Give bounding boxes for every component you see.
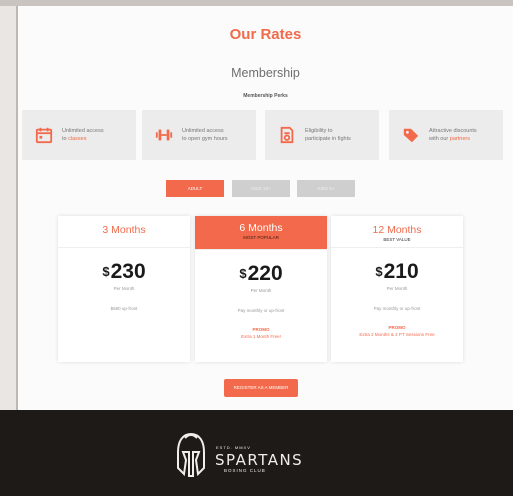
plan-name: 3 Months: [58, 216, 190, 248]
page-title: Our Rates: [229, 26, 302, 43]
perk-text: Unlimited access to open gym hours: [182, 128, 228, 142]
plan-name: 6 Months MOST POPULAR: [195, 216, 327, 250]
perk-open-gym: Unlimited access to open gym hours: [142, 110, 256, 160]
price-period: Per Month: [250, 288, 272, 293]
tag-icon: [401, 125, 421, 145]
perk-text: Attractive discounts with our partners: [429, 128, 477, 142]
perk-text: Unlimited access to classes: [62, 128, 104, 142]
calendar-icon: [34, 125, 54, 145]
plan-card-3-months[interactable]: 3 Months $230 Per Month $690 up-front: [58, 216, 190, 362]
most-popular-badge: MOST POPULAR: [243, 235, 279, 240]
membership-heading: Membership: [231, 66, 300, 80]
perk-classes: Unlimited access to classes: [22, 110, 136, 160]
rates-section: Our Rates Membership Membership Perks Un…: [18, 6, 513, 410]
dumbbell-icon: [154, 125, 174, 145]
perk-text: Eligibility to participate in fights: [305, 128, 351, 142]
price-period: Per Month: [386, 286, 408, 291]
plan-price: $210: [375, 260, 419, 283]
perk-fights: Eligibility to participate in fights: [265, 110, 379, 160]
tab-kids-5[interactable]: KIDS 5+: [297, 180, 355, 197]
promo-label: PROMO: [388, 325, 406, 330]
plan-price: $220: [239, 262, 283, 285]
plan-card-12-months[interactable]: 12 Months BEST VALUE $210 Per Month Pay m…: [331, 216, 463, 362]
perk-discounts: Attractive discounts with our partners: [389, 110, 503, 160]
certificate-icon: [277, 125, 297, 145]
payment-terms: Pay monthly or up-front: [237, 308, 285, 313]
spartan-helmet-icon: [177, 432, 205, 477]
best-value-badge: BEST VALUE: [383, 237, 411, 242]
payment-terms: $690 up-front: [110, 306, 138, 311]
logo-brand-name: SPARTANS: [215, 451, 304, 469]
logo-subtitle: BOXING CLUB: [224, 468, 266, 473]
promo-label: PROMO: [252, 327, 270, 332]
price-period: Per Month: [113, 286, 135, 291]
promo-detail: Extra 1 Month Free!: [241, 334, 281, 339]
left-panel-edge: [0, 6, 18, 410]
tab-adult[interactable]: ADULT: [166, 180, 224, 197]
promo-detail: Extra 2 Months & 2 PT Sessions Free: [359, 332, 435, 337]
logo-established: ESTD. MMXV: [216, 445, 251, 450]
perks-label: Membership Perks: [243, 93, 288, 99]
register-member-button[interactable]: REGISTER AS A MEMBER: [224, 379, 298, 397]
plan-card-6-months[interactable]: 6 Months MOST POPULAR $220 Per Month Pay …: [195, 216, 327, 362]
payment-terms: Pay monthly or up-front: [373, 306, 421, 311]
plan-price: $230: [102, 260, 146, 283]
tab-kids-13[interactable]: KIDS 13+: [232, 180, 290, 197]
plan-name: 12 Months BEST VALUE: [331, 216, 463, 248]
